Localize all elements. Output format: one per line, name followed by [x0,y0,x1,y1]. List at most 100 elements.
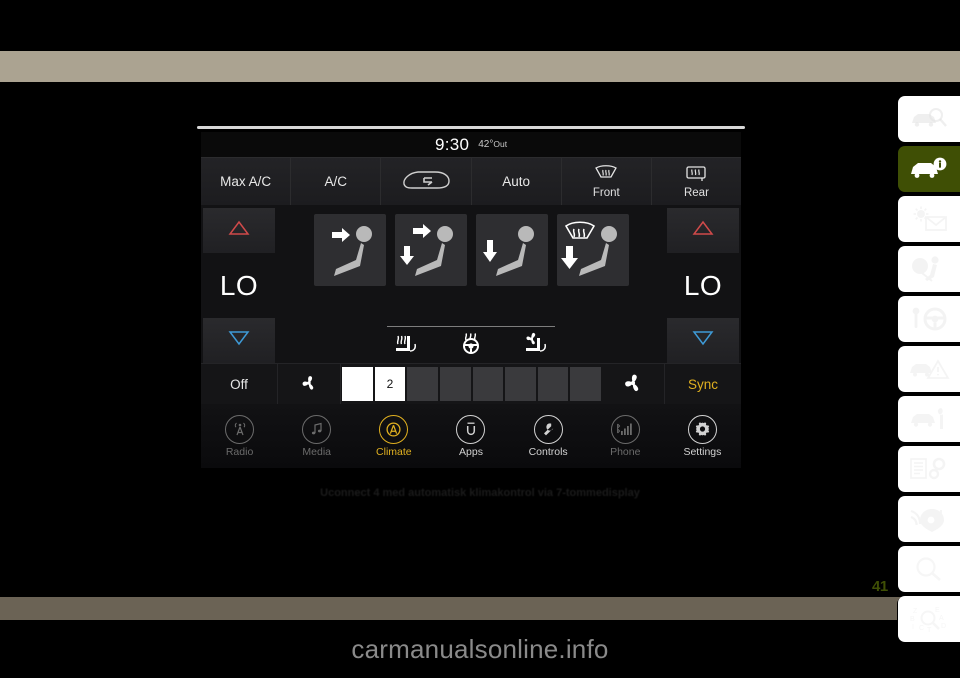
fan-bar-6[interactable] [505,367,536,401]
driver-temp-down-button[interactable] [203,318,275,363]
main-navigation-bar: Radio Media Climate Apps Controls Phone … [201,404,741,468]
comfort-divider [387,326,555,327]
svg-text:I: I [912,624,914,631]
passenger-temp-value: LO [683,269,723,301]
page-number: 41 [872,578,888,595]
nav-controls[interactable]: Controls [510,414,587,458]
radio-antenna-icon [225,414,255,444]
nav-climate[interactable]: Climate [355,414,432,458]
nav-climate-label: Climate [376,445,412,458]
outside-temp-label: Out [493,139,508,149]
passenger-temperature-zone: LO [665,205,741,363]
nav-controls-label: Controls [528,445,568,458]
comfort-icon-row [387,326,555,359]
rear-defrost-button[interactable]: Rear [651,158,742,205]
safety-restraints-icon[interactable] [898,246,960,292]
uconnect-screen: 9:30 42°Out Max A/C A/C Auto Front Rear … [201,132,742,468]
fan-off-button[interactable]: Off [201,364,278,404]
airflow-feet-and-defrost-button[interactable] [556,214,629,286]
temp-up-arrow-icon [228,220,250,241]
page-bottom-band [0,597,960,620]
nav-radio-label: Radio [225,445,254,458]
heated-seat-icon[interactable] [393,332,419,359]
nav-phone[interactable]: Phone [587,414,664,458]
driver-temp-value: LO [219,269,259,301]
sync-label: Sync [687,376,718,392]
rear-defrost-label: Rear [683,186,709,199]
fan-bar-2[interactable]: 2 [374,367,406,401]
passenger-temp-down-button[interactable] [667,318,739,363]
clock: 9:30 [434,134,470,154]
airflow-mode-group [277,205,665,363]
site-watermark: carmanualsonline.info [351,634,609,664]
fan-speed-row: Off 2 Sync [201,363,741,404]
page-top-band [0,51,960,82]
fan-level-label: 2 [386,377,394,391]
temp-down-arrow-icon [228,330,250,351]
nav-media[interactable]: Media [278,414,355,458]
fan-bar-1[interactable] [342,367,373,401]
rear-defrost-icon [684,165,708,186]
front-defrost-icon [593,164,619,186]
fan-low-icon [300,374,318,395]
search-icon[interactable] [898,546,960,592]
driver-temp-up-button[interactable] [203,208,275,253]
sync-button[interactable]: Sync [665,364,741,404]
getting-to-know-vehicle-icon[interactable] [898,146,960,192]
airflow-face-and-feet-button[interactable] [394,214,467,286]
passenger-temp-up-button[interactable] [667,208,739,253]
svg-text:Z: Z [913,608,918,615]
fan-level-bars[interactable]: 2 [341,364,602,404]
svg-text:C: C [919,625,924,632]
warning-lights-icon[interactable] [898,346,960,392]
fan-bar-3[interactable] [407,367,438,401]
fan-high-icon [622,372,644,397]
ac-button[interactable]: A/C [291,158,382,205]
gear-icon [687,414,717,444]
specifications-icon[interactable] [898,446,960,492]
starting-and-operating-icon[interactable] [898,296,960,342]
outside-temp-value: 42° [478,139,494,150]
fan-bar-7[interactable] [537,367,569,401]
recirculation-button[interactable] [381,158,472,205]
nav-radio[interactable]: Radio [201,414,278,458]
multimedia-icon[interactable] [898,496,960,542]
airflow-feet-button[interactable] [475,214,548,286]
svg-text:D: D [941,623,946,630]
fan-increase-button[interactable] [602,364,665,404]
nav-settings-label: Settings [683,445,722,458]
nav-apps[interactable]: Apps [432,414,509,458]
recirculation-icon [399,168,453,195]
vehicle-overview-icon[interactable] [898,96,960,142]
svg-text:A: A [939,615,944,622]
nav-apps-label: Apps [459,445,483,458]
auto-button[interactable]: Auto [471,158,562,205]
wrench-icon [533,414,563,444]
climate-top-button-row: Max A/C A/C Auto Front Rear [201,157,742,205]
climate-auto-icon [379,414,409,444]
uconnect-u-icon [456,414,486,444]
outside-temperature: 42°Out [478,139,507,150]
ac-label: A/C [324,174,348,189]
nav-phone-label: Phone [610,445,641,458]
fan-decrease-button[interactable] [278,364,341,404]
svg-text:T: T [927,627,932,633]
figure-caption: Uconnect 4 med automatisk klimakontrol v… [320,487,640,499]
front-defrost-button[interactable]: Front [561,158,652,205]
front-defrost-label: Front [592,186,620,199]
fan-bar-4[interactable] [439,367,471,401]
max-ac-button[interactable]: Max A/C [201,158,292,205]
heated-steering-wheel-icon[interactable] [459,332,483,359]
climate-main-zone: LO LO [201,205,741,363]
fan-bar-8[interactable] [570,367,601,401]
unit-top-trim [197,126,745,129]
temp-up-arrow-icon [692,220,714,241]
fan-bar-5[interactable] [472,367,504,401]
servicing-maintenance-icon[interactable] [898,396,960,442]
auto-label: Auto [502,174,530,189]
svg-text:E: E [935,607,940,614]
airflow-face-button[interactable] [313,214,386,286]
comfort-features-icon[interactable] [898,196,960,242]
ventilated-seat-icon[interactable] [523,332,549,359]
nav-settings[interactable]: Settings [664,414,741,458]
